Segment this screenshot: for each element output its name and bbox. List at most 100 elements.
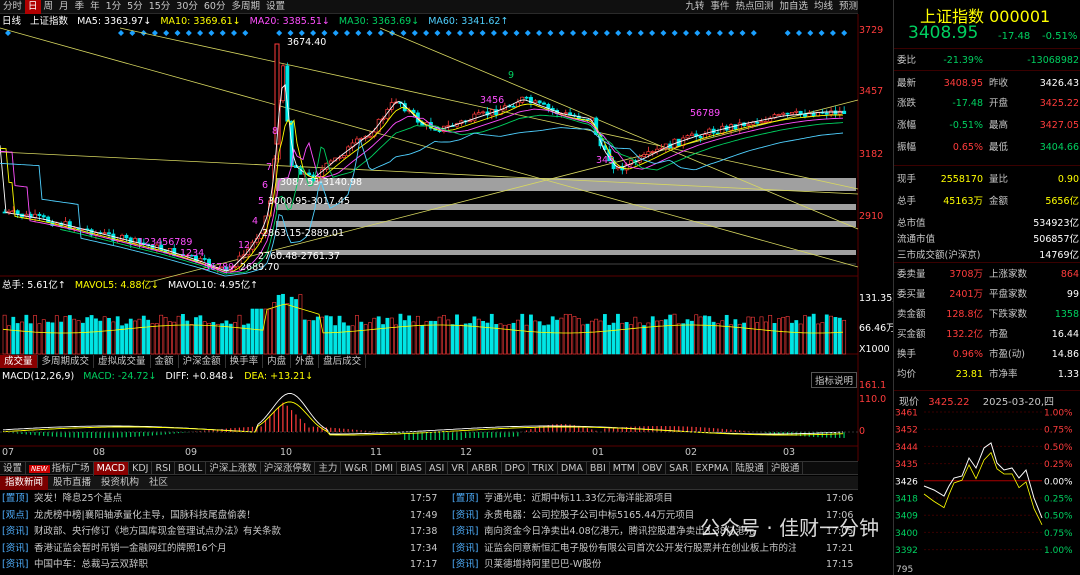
period-tab[interactable]: 设置 xyxy=(263,0,288,14)
intraday-chart[interactable]: 3461 1.00% 3452 0.75% 3444 0.50% 3435 0.25% 3426… xyxy=(894,408,1080,575)
period-tab[interactable]: 15分 xyxy=(146,0,174,14)
candle xyxy=(537,100,542,104)
indicator-tab[interactable]: MTM xyxy=(610,462,639,475)
period-tab[interactable]: 多周期 xyxy=(228,0,263,14)
indicator-explain-button[interactable]: 指标说明 xyxy=(811,372,858,388)
volume-bar xyxy=(337,315,342,355)
signal-marker xyxy=(513,30,520,36)
indicator-tab[interactable]: VR xyxy=(448,462,469,475)
period-tab[interactable]: 分时 xyxy=(0,0,25,14)
macd-name-label: MACD(12,26,9) xyxy=(2,371,75,382)
quote-key: 涨跌 xyxy=(897,98,917,109)
period-tab[interactable]: 月 xyxy=(56,0,72,14)
news-tab[interactable]: 指数新闻 xyxy=(0,476,49,490)
volume-bar xyxy=(450,324,455,355)
indicator-tab[interactable]: BBI xyxy=(587,462,610,475)
news-tab[interactable]: 股市直播 xyxy=(48,476,96,490)
volume-tab[interactable]: 多周期成交 xyxy=(38,355,95,368)
news-time: 17:17 xyxy=(410,559,438,570)
news-item[interactable]: [资讯] 中国中车：总裁马云双辞职 17:17 xyxy=(2,557,442,573)
candle xyxy=(446,125,451,127)
chart-tool-button[interactable]: 均线 xyxy=(814,1,833,12)
indicator-tab[interactable]: RSI xyxy=(152,462,175,475)
indicator-tab[interactable]: 主力 xyxy=(315,462,342,475)
diff-line xyxy=(2,393,844,435)
td-count-label: 1234 xyxy=(180,248,205,259)
news-item[interactable]: [资讯] 证监会同意新恒汇电子股份有限公司首次公开发行股票并在创业板上市的注册申请… xyxy=(452,541,856,557)
macd-value-label: MACD: -24.72↓ xyxy=(83,371,157,382)
period-tab[interactable]: 1分 xyxy=(103,0,125,14)
chart-tool-button[interactable]: 加自选 xyxy=(779,1,808,12)
indicator-tab[interactable]: DPO xyxy=(502,462,530,475)
period-tab[interactable]: 日 xyxy=(25,0,41,14)
indicator-tab[interactable]: 沪深上涨数 xyxy=(206,462,261,475)
indicator-tab[interactable]: DMA xyxy=(558,462,587,475)
month-label: 07 xyxy=(2,447,15,458)
indicator-tab[interactable]: OBV xyxy=(639,462,667,475)
indicator-tab[interactable]: SAR xyxy=(666,462,693,475)
indicator-tab[interactable]: BOLL xyxy=(175,462,207,475)
indicator-tab[interactable]: 沪深涨停数 xyxy=(261,462,316,475)
indicator-tab[interactable]: 设置 xyxy=(0,462,27,475)
chart-tool-button[interactable]: 热点回测 xyxy=(735,1,773,12)
volume-tab[interactable]: 换手率 xyxy=(226,355,264,368)
candle xyxy=(481,111,486,114)
news-item[interactable]: [资讯] 贝莱德增持阿里巴巴-W股份 17:15 xyxy=(452,557,856,573)
volume-tab[interactable]: 盘后成交 xyxy=(319,355,367,368)
indicator-tab[interactable]: EXPMA xyxy=(692,462,733,475)
month-label: 10 xyxy=(280,447,293,458)
period-tab[interactable]: 5分 xyxy=(124,0,146,14)
volume-tab[interactable]: 外盘 xyxy=(291,355,320,368)
news-tab[interactable]: 投资机构 xyxy=(96,476,144,490)
indicator-tab[interactable]: BIAS xyxy=(397,462,426,475)
quote-row: 卖金额 128.8亿 下跌家数 1358 xyxy=(897,306,1079,323)
news-item[interactable]: [资讯] 财政部、央行修订《地方国库现金管理试点办法》有关条款 17:38 xyxy=(2,524,442,540)
period-tab[interactable]: 季 xyxy=(72,0,88,14)
chart-tool-button[interactable]: 事件 xyxy=(710,1,729,12)
indicator-tab[interactable]: DMI xyxy=(372,462,398,475)
signal-marker xyxy=(603,30,610,36)
volume-bar xyxy=(468,323,472,355)
volume-tab[interactable]: 金额 xyxy=(151,355,179,368)
signal-marker xyxy=(287,30,294,36)
volume-bar xyxy=(776,318,781,355)
candle xyxy=(829,110,834,115)
news-item[interactable]: [置顶] 亨通光电：近期中标11.33亿元海洋能源项目 17:06 xyxy=(452,491,856,507)
quote-value: 506857亿 xyxy=(1033,234,1079,245)
indicator-tab[interactable]: KDJ xyxy=(129,462,153,475)
volume-tab[interactable]: 虚拟成交量 xyxy=(94,355,151,368)
kline-chart[interactable] xyxy=(0,14,892,462)
indicator-tab[interactable]: MACD xyxy=(93,462,130,475)
chart-tool-button[interactable]: 九转 xyxy=(685,1,704,12)
quote-value: 3425.22 xyxy=(1039,98,1079,109)
volume-tab[interactable]: 内盘 xyxy=(263,355,292,368)
mini-axis-label: 0.50% xyxy=(1044,443,1073,453)
volume-bar xyxy=(211,321,216,355)
candle xyxy=(781,112,786,115)
period-tab[interactable]: 60分 xyxy=(201,0,229,14)
indicator-tab[interactable]: TRIX xyxy=(529,462,558,475)
low-price-label: 2689.70 xyxy=(240,262,280,273)
chart-tool-button[interactable]: 预测 xyxy=(839,1,858,12)
candle xyxy=(542,102,546,105)
news-tab[interactable]: 社区 xyxy=(144,476,173,490)
news-item[interactable]: [资讯] 香港证监会暂时吊销一金融网红的牌照16个月 17:34 xyxy=(2,541,442,557)
news-item[interactable]: [置顶] 突发！降息25个基点 17:57 xyxy=(2,491,442,507)
period-tab[interactable]: 年 xyxy=(87,0,103,14)
indicator-tab[interactable]: NEW 指标广场 xyxy=(26,462,94,476)
indicator-tab[interactable]: W&R xyxy=(341,462,372,475)
signal-marker xyxy=(434,30,441,36)
indicator-tab[interactable]: ASI xyxy=(426,462,449,475)
indicator-tab-label: VR xyxy=(451,463,465,474)
volume-tab[interactable]: 沪深金额 xyxy=(179,355,226,368)
indicator-tab[interactable]: 沪股通 xyxy=(768,462,804,475)
period-tab[interactable]: 周 xyxy=(41,0,57,14)
indicator-tab-label: 沪股通 xyxy=(770,463,800,474)
volume-bar xyxy=(768,315,773,355)
indicator-tab[interactable]: ARBR xyxy=(468,462,502,475)
volume-bar xyxy=(559,317,564,355)
news-item[interactable]: [观点] 龙虎榜中榜|襄阳轴承量化主导，国脉科技尾盘偷袭！ 17:49 xyxy=(2,508,442,524)
volume-tab[interactable]: 成交量 xyxy=(0,355,38,368)
indicator-tab[interactable]: 陆股通 xyxy=(732,462,768,475)
period-tab[interactable]: 30分 xyxy=(173,0,201,14)
